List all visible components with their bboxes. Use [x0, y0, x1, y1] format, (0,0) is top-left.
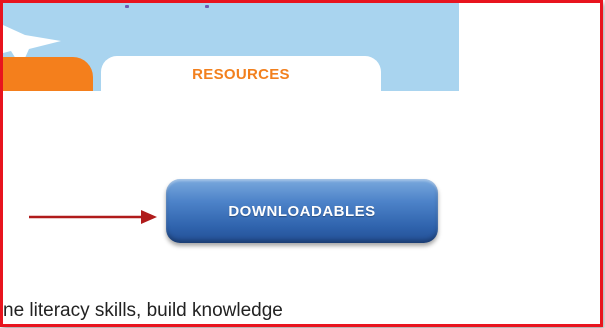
- site-header-band: RESOURCES: [3, 3, 459, 96]
- screenshot-frame: RESOURCES DOWNLOADABLES ne literacy skil…: [0, 0, 603, 327]
- tab-resources-label: RESOURCES: [192, 66, 290, 83]
- arrow-right-icon: [29, 210, 157, 224]
- header-fleck: [125, 5, 129, 8]
- downloadables-button[interactable]: DOWNLOADABLES: [166, 179, 438, 243]
- nav-tab-orange[interactable]: [3, 57, 93, 91]
- header-fleck: [205, 5, 209, 8]
- tab-resources[interactable]: RESOURCES: [101, 56, 381, 96]
- body-text: ne literacy skills, build knowledge: [3, 300, 283, 321]
